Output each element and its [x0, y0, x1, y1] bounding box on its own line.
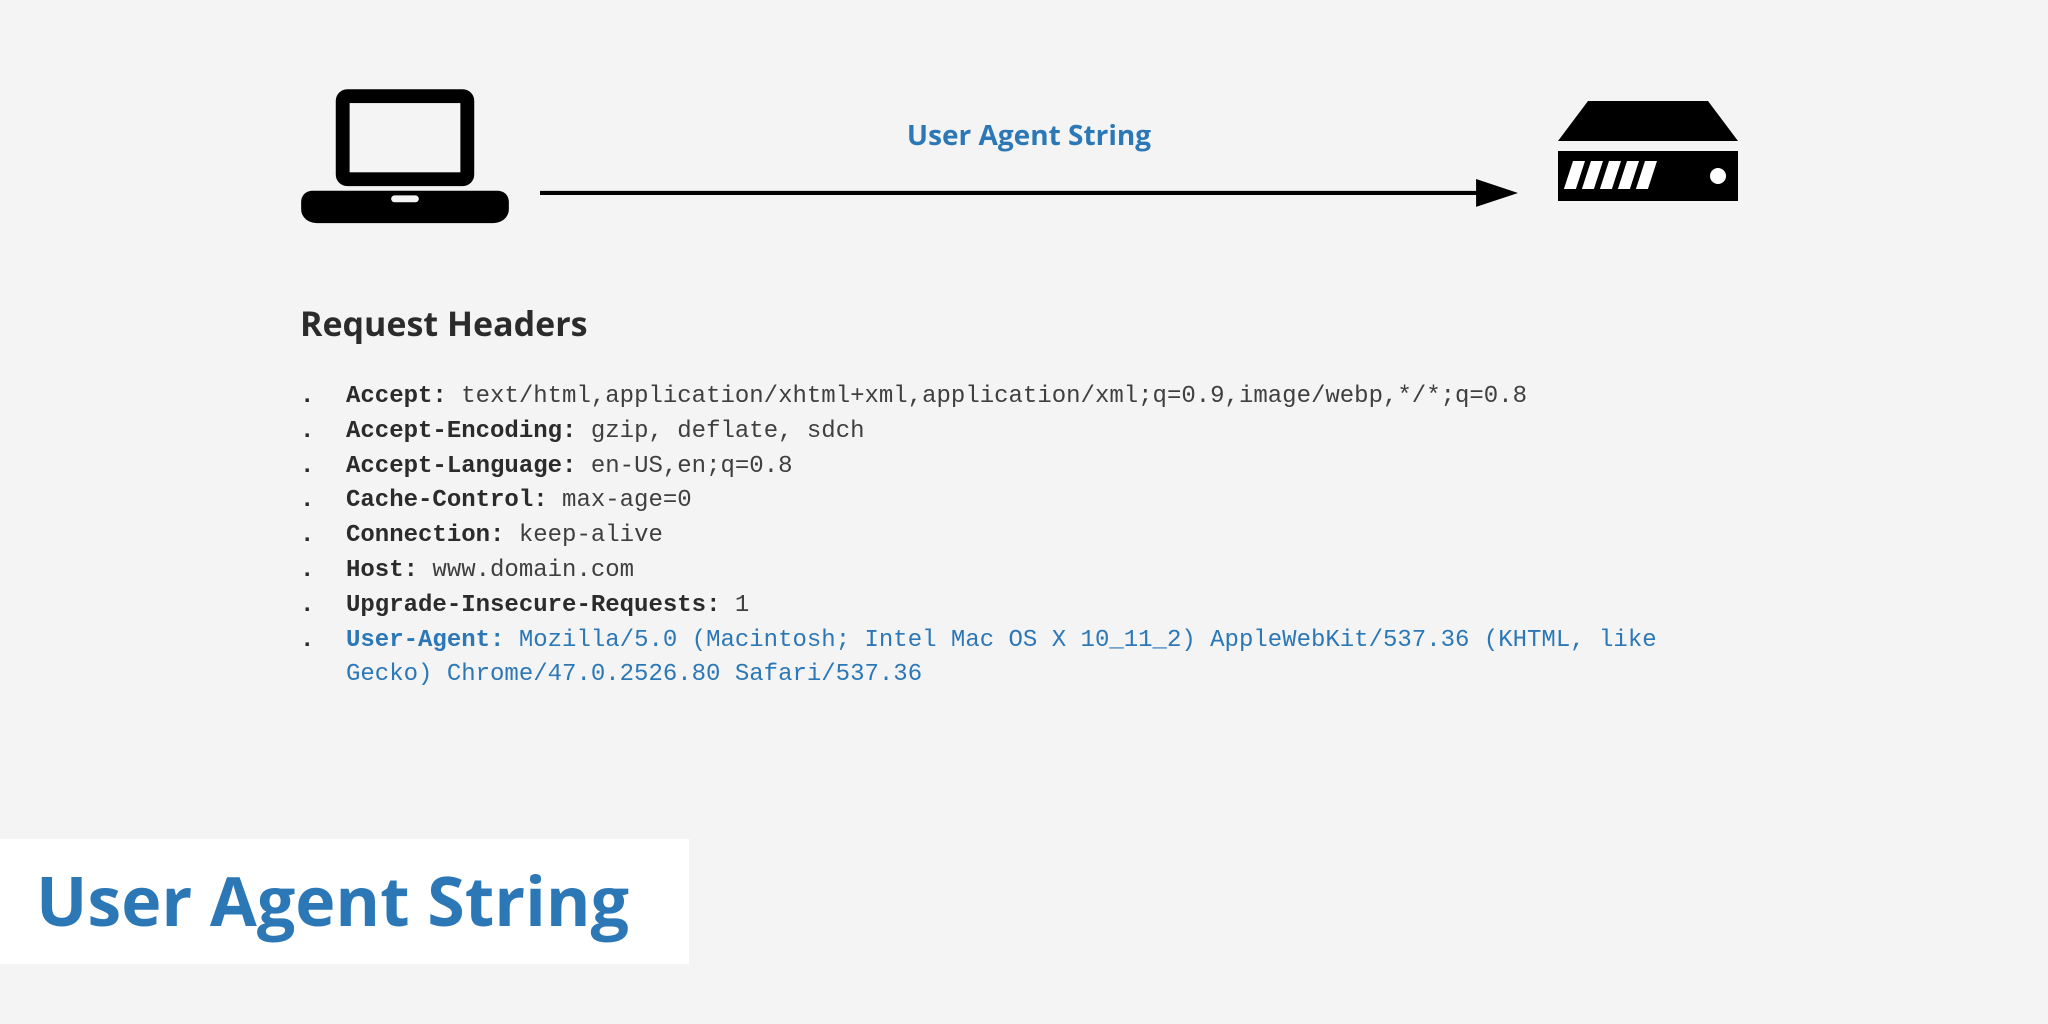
- header-sep: :: [533, 487, 562, 514]
- header-body: Upgrade-Insecure-Requests: 1: [346, 589, 1748, 624]
- header-value: en-US,en;q=0.8: [591, 453, 793, 480]
- bullet: .: [300, 624, 346, 694]
- bullet: .: [300, 519, 346, 554]
- header-body: User-Agent: Mozilla/5.0 (Macintosh; Inte…: [346, 624, 1748, 694]
- header-sep: :: [490, 522, 519, 549]
- arrow-label: User Agent String: [907, 116, 1151, 154]
- header-sep: :: [706, 592, 735, 619]
- header-name: Connection: [346, 522, 490, 549]
- section-title: Request Headers: [300, 300, 1748, 346]
- laptop-icon: [300, 80, 510, 230]
- header-body: Accept: text/html,application/xhtml+xml,…: [346, 380, 1748, 415]
- header-row: .Host: www.domain.com: [300, 554, 1748, 589]
- header-value: keep-alive: [519, 522, 663, 549]
- header-value: Mozilla/5.0 (Macintosh; Intel Mac OS X 1…: [346, 627, 1657, 689]
- header-list: .Accept: text/html,application/xhtml+xml…: [300, 380, 1748, 693]
- header-name: Accept-Encoding: [346, 418, 562, 445]
- header-body: Host: www.domain.com: [346, 554, 1748, 589]
- header-row: .Upgrade-Insecure-Requests: 1: [300, 589, 1748, 624]
- arrow-block: User Agent String: [510, 116, 1548, 214]
- header-body: Accept-Encoding: gzip, deflate, sdch: [346, 415, 1748, 450]
- header-sep: :: [490, 627, 519, 654]
- header-row: .Accept: text/html,application/xhtml+xml…: [300, 380, 1748, 415]
- header-row: .Accept-Language: en-US,en;q=0.8: [300, 450, 1748, 485]
- server-icon: [1548, 95, 1748, 215]
- bullet: .: [300, 484, 346, 519]
- header-row: .Connection: keep-alive: [300, 519, 1748, 554]
- header-sep: :: [562, 453, 591, 480]
- bullet: .: [300, 554, 346, 589]
- header-value: gzip, deflate, sdch: [591, 418, 865, 445]
- bullet: .: [300, 589, 346, 624]
- header-row: .User-Agent: Mozilla/5.0 (Macintosh; Int…: [300, 624, 1748, 694]
- slide-title: User Agent String: [0, 839, 689, 964]
- headers-block: Request Headers .Accept: text/html,appli…: [300, 300, 1748, 693]
- header-sep: :: [404, 557, 433, 584]
- bullet: .: [300, 415, 346, 450]
- header-body: Accept-Language: en-US,en;q=0.8: [346, 450, 1748, 485]
- header-name: Upgrade-Insecure-Requests: [346, 592, 706, 619]
- header-value: max-age=0: [562, 487, 692, 514]
- header-row: .Cache-Control: max-age=0: [300, 484, 1748, 519]
- header-row: .Accept-Encoding: gzip, deflate, sdch: [300, 415, 1748, 450]
- bullet: .: [300, 450, 346, 485]
- diagram-row: User Agent String: [300, 70, 1748, 240]
- header-body: Cache-Control: max-age=0: [346, 484, 1748, 519]
- header-name: User-Agent: [346, 627, 490, 654]
- header-body: Connection: keep-alive: [346, 519, 1748, 554]
- header-value: www.domain.com: [432, 557, 634, 584]
- bullet: .: [300, 380, 346, 415]
- header-name: Accept-Language: [346, 453, 562, 480]
- header-sep: :: [432, 383, 461, 410]
- arrow-icon: [540, 172, 1518, 214]
- header-sep: :: [562, 418, 591, 445]
- header-name: Host: [346, 557, 404, 584]
- header-name: Cache-Control: [346, 487, 533, 514]
- header-name: Accept: [346, 383, 432, 410]
- header-value: 1: [735, 592, 749, 619]
- header-value: text/html,application/xhtml+xml,applicat…: [461, 383, 1527, 410]
